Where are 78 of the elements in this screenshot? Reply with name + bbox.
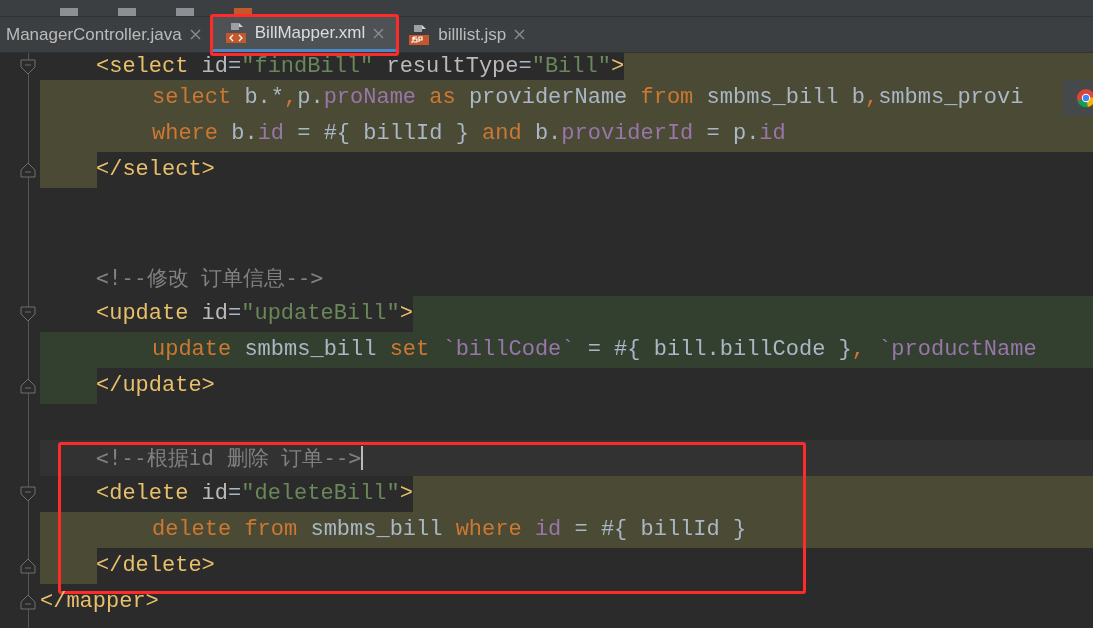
attribute-value: "updateBill" bbox=[241, 301, 400, 327]
sql-keyword: , bbox=[284, 85, 298, 111]
attribute-value: "deleteBill" bbox=[241, 481, 400, 507]
sql-keyword: update bbox=[152, 337, 232, 363]
code-text: = #{ billId } bbox=[573, 517, 747, 543]
xml-tag: <update bbox=[96, 301, 189, 327]
code-text: smbms_bill bbox=[309, 517, 444, 543]
sql-keyword: set bbox=[389, 337, 430, 363]
code-text: = #{ billId } bbox=[296, 121, 470, 147]
code-text: = bbox=[228, 481, 242, 507]
xml-tag: > bbox=[610, 53, 625, 80]
sql-keyword: where bbox=[152, 121, 218, 147]
code-text: p. bbox=[297, 85, 324, 111]
code-text: b. bbox=[533, 121, 562, 147]
code-text: = bbox=[518, 53, 532, 80]
attribute-name: resultType bbox=[385, 53, 519, 80]
sql-keyword: as bbox=[428, 85, 457, 111]
close-icon[interactable] bbox=[373, 27, 385, 39]
fold-marker-icon[interactable] bbox=[20, 306, 36, 322]
code-text: = p. bbox=[705, 121, 760, 147]
sql-identifier: proName bbox=[323, 85, 417, 111]
sql-identifier: providerId bbox=[561, 121, 694, 147]
sql-identifier: `productName bbox=[877, 337, 1037, 363]
attribute-name: id bbox=[200, 301, 229, 327]
code-text: = bbox=[228, 301, 242, 327]
code-comment: <!--根据id 删除 订单--> bbox=[96, 445, 362, 471]
sql-keyword: from bbox=[640, 85, 694, 111]
folder-icon bbox=[60, 8, 78, 16]
editor-tab[interactable]: ManagerController.java bbox=[0, 17, 213, 52]
sql-identifier: id bbox=[533, 517, 562, 543]
code-text: smbms_bill bbox=[243, 337, 378, 363]
browser-popup[interactable] bbox=[1063, 80, 1093, 116]
editor-tab[interactable]: BillMapper.xml bbox=[212, 17, 397, 52]
jsp-file-icon bbox=[408, 23, 431, 46]
folder-icon bbox=[176, 8, 194, 16]
xml-file-icon bbox=[224, 22, 247, 44]
attribute-value: "findBill" bbox=[241, 53, 374, 80]
close-icon[interactable] bbox=[189, 29, 201, 40]
attribute-name: id bbox=[200, 481, 229, 507]
sql-keyword: , bbox=[864, 85, 879, 111]
folder-icon bbox=[118, 8, 136, 16]
sql-identifier: id bbox=[759, 121, 786, 147]
fold-marker-icon[interactable] bbox=[20, 378, 36, 394]
fold-marker-icon[interactable] bbox=[20, 162, 36, 178]
file-icon bbox=[234, 8, 252, 16]
browser-icon[interactable] bbox=[1076, 88, 1093, 108]
fold-marker-icon[interactable] bbox=[20, 594, 36, 610]
sql-keyword: and bbox=[482, 121, 522, 147]
sql-identifier: `billCode` bbox=[441, 337, 575, 363]
xml-tag: <delete bbox=[96, 481, 189, 507]
close-icon[interactable] bbox=[514, 29, 526, 40]
sql-keyword: delete from bbox=[152, 517, 298, 543]
code-text: providerName bbox=[468, 85, 629, 111]
sql-keyword: where bbox=[455, 517, 522, 543]
editor-tab[interactable]: billlist.jsp bbox=[396, 17, 538, 52]
xml-tag: </select> bbox=[96, 157, 215, 183]
sql-identifier: id bbox=[257, 121, 285, 147]
xml-tag: </delete> bbox=[96, 553, 215, 579]
fold-marker-icon[interactable] bbox=[20, 58, 36, 75]
fold-marker-icon[interactable] bbox=[20, 486, 36, 502]
code-text: smbms_provi bbox=[878, 85, 1024, 111]
code-text: smbms_bill b bbox=[705, 85, 865, 111]
code-text: b.* bbox=[243, 85, 285, 111]
xml-tag: </mapper> bbox=[40, 589, 159, 615]
sql-keyword: select bbox=[152, 85, 232, 111]
attribute-name: id bbox=[200, 53, 229, 80]
code-comment: <!--修改 订单信息--> bbox=[96, 265, 324, 291]
xml-tag: <select bbox=[96, 53, 189, 80]
fold-marker-icon[interactable] bbox=[20, 558, 36, 574]
text-caret bbox=[361, 446, 364, 470]
attribute-value: "Bill" bbox=[531, 53, 611, 80]
xml-tag: </update> bbox=[96, 373, 215, 399]
xml-tag: > bbox=[399, 301, 413, 327]
code-text: = bbox=[228, 53, 242, 80]
code-text: b. bbox=[230, 121, 258, 147]
code-text: = #{ bill.billCode } bbox=[586, 337, 852, 363]
xml-tag: > bbox=[399, 481, 413, 507]
sql-keyword: , bbox=[851, 337, 865, 363]
